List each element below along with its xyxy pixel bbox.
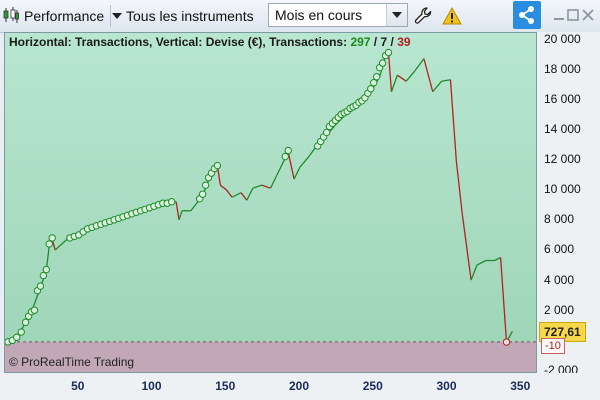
- x-tick-label: 200: [288, 379, 310, 393]
- warning-icon: [442, 6, 462, 25]
- candlestick-icon: [2, 6, 20, 27]
- low-value-badge: -10: [541, 338, 565, 354]
- new-high-marker: [167, 198, 176, 206]
- y-tick-label: 6 000: [544, 242, 575, 257]
- losing-count: 39: [397, 35, 411, 49]
- y-tick-label: 20 000: [544, 31, 581, 46]
- new-high-marker: [201, 181, 210, 189]
- new-high-marker: [48, 234, 56, 242]
- y-tick-label: 14 000: [544, 121, 581, 136]
- performance-chart: Horizontal: Transactions, Vertical: Devi…: [4, 32, 537, 373]
- dropdown-arrow-icon: [112, 13, 122, 19]
- chart-title: Horizontal: Transactions, Vertical: Devi…: [9, 35, 411, 49]
- new-high-marker: [213, 161, 222, 170]
- close-button[interactable]: [580, 7, 596, 23]
- winning-count: 297: [350, 35, 371, 49]
- y-tick-label: 4 000: [544, 272, 575, 287]
- y-tick-label: 2 000: [544, 302, 575, 317]
- copyright-text: © ProRealTime Trading: [9, 355, 135, 369]
- performance-label: Performance: [24, 8, 105, 24]
- new-high-marker: [370, 79, 378, 87]
- new-high-marker: [42, 265, 50, 274]
- new-high-marker: [384, 48, 393, 57]
- x-tick-label: 150: [215, 379, 236, 393]
- y-tick-label: 18 000: [544, 61, 581, 76]
- new-high-marker: [45, 240, 53, 248]
- y-tick-label: 10 000: [544, 182, 581, 197]
- new-high-marker: [39, 271, 48, 280]
- y-tick-label: 16 000: [544, 91, 581, 106]
- instruments-menu[interactable]: Tous les instruments: [112, 4, 254, 28]
- low-marker: [502, 338, 511, 346]
- minimize-icon: [554, 18, 564, 20]
- wrench-button[interactable]: [412, 4, 436, 28]
- y-tick-label: 12 000: [544, 152, 581, 167]
- new-high-marker: [21, 318, 30, 326]
- x-axis: 50 100 150 200 250 300 350: [0, 373, 600, 400]
- x-tick-label: 350: [510, 379, 531, 393]
- chevron-down-icon[interactable]: [386, 4, 407, 26]
- new-high-marker: [284, 146, 292, 155]
- new-high-marker: [36, 282, 45, 290]
- warning-button[interactable]: [440, 4, 464, 28]
- title-prefix: Horizontal: Transactions, Vertical: Devi…: [9, 35, 351, 49]
- y-tick-label: 8 000: [544, 212, 575, 227]
- period-value: Mois en cours: [275, 7, 363, 23]
- maximize-icon: [567, 9, 579, 21]
- period-select[interactable]: Mois en cours: [268, 3, 408, 27]
- new-high-marker: [17, 328, 25, 336]
- new-high-marker: [378, 59, 387, 67]
- new-high-marker: [30, 306, 39, 314]
- share-button[interactable]: [513, 1, 541, 29]
- toolbar: Performance Tous les instruments Mois en…: [0, 0, 600, 33]
- x-tick-label: 300: [436, 379, 457, 393]
- wrench-icon: [414, 7, 432, 24]
- new-high-marker: [367, 85, 375, 93]
- instruments-label: Tous les instruments: [126, 8, 254, 24]
- maximize-button[interactable]: [565, 7, 581, 23]
- x-tick-label: 100: [141, 379, 162, 393]
- new-high-marker: [322, 128, 331, 137]
- new-high-marker: [198, 190, 207, 198]
- x-tick-label: 250: [362, 379, 383, 393]
- x-tick-label: 50: [71, 379, 85, 393]
- chart-canvas: [5, 33, 536, 372]
- share-icon: [519, 6, 534, 24]
- title-separator: /: [387, 35, 398, 49]
- title-separator: /: [370, 35, 381, 49]
- performance-menu[interactable]: Performance: [2, 4, 104, 28]
- new-high-marker: [373, 72, 381, 81]
- new-high-marker: [281, 152, 289, 161]
- close-icon: [582, 9, 594, 21]
- new-high-marker: [13, 333, 21, 342]
- toolbar-divider: [110, 5, 111, 27]
